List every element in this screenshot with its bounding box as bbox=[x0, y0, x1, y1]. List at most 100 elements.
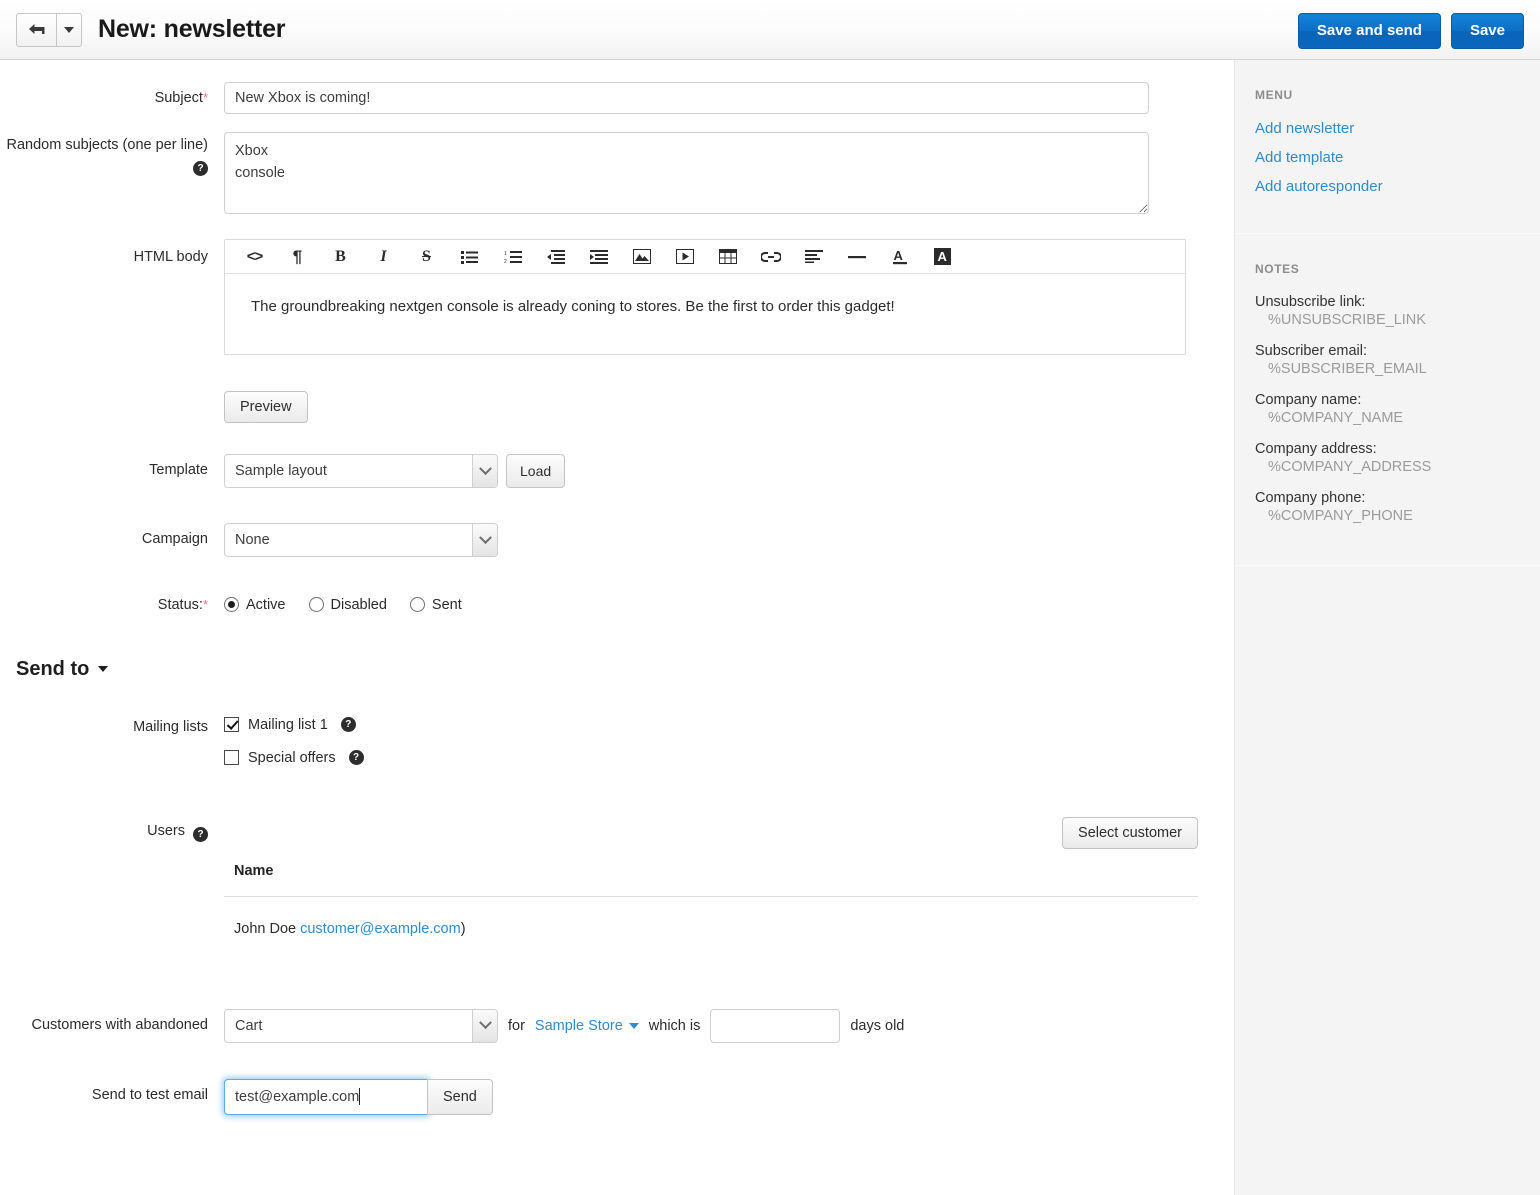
store-link[interactable]: Sample Store bbox=[535, 1018, 623, 1034]
sidebar-item-add-template[interactable]: Add template bbox=[1255, 149, 1540, 166]
help-icon[interactable]: ? bbox=[193, 826, 208, 842]
note-value: %UNSUBSCRIBE_LINK bbox=[1268, 312, 1426, 328]
preview-button[interactable]: Preview bbox=[224, 391, 308, 423]
status-option-label: Sent bbox=[431, 596, 462, 613]
chevron-down-icon bbox=[98, 666, 109, 673]
back-arrow-icon[interactable] bbox=[16, 12, 56, 47]
days-old-input[interactable] bbox=[710, 1008, 841, 1043]
users-label: Users ? bbox=[0, 817, 224, 937]
random-subjects-label-text: Random subjects (one per line) bbox=[6, 137, 209, 153]
campaign-row: Campaign None bbox=[0, 523, 1234, 557]
svg-text:A: A bbox=[893, 248, 903, 263]
load-template-button[interactable]: Load bbox=[506, 454, 566, 488]
ordered-list-icon[interactable]: 1 2 bbox=[491, 242, 534, 272]
user-suffix: ) bbox=[460, 920, 466, 937]
editor-toolbar: <> ¶ B I S 1 2 A A bbox=[225, 240, 1185, 274]
page-title: New: newsletter bbox=[98, 15, 286, 43]
campaign-select[interactable]: None bbox=[224, 523, 498, 557]
preview-spacer bbox=[0, 391, 224, 423]
note-item: Company name: %COMPANY_NAME bbox=[1255, 392, 1540, 426]
help-icon[interactable]: ? bbox=[340, 717, 356, 733]
abandoned-type-select[interactable]: Cart bbox=[224, 1008, 498, 1043]
status-option-active[interactable]: Active bbox=[224, 597, 286, 613]
svg-text:2: 2 bbox=[504, 259, 507, 264]
note-item: Subscriber email: %SUBSCRIBER_EMAIL bbox=[1255, 343, 1540, 377]
horizontal-rule-icon[interactable] bbox=[835, 242, 878, 272]
radio-disabled[interactable] bbox=[308, 597, 324, 613]
subject-input[interactable] bbox=[224, 82, 1149, 114]
campaign-cell: None bbox=[224, 523, 1234, 557]
random-subjects-row: Random subjects (one per line) ? Xbox co… bbox=[0, 132, 1234, 217]
mailing-lists-label: Mailing lists bbox=[133, 718, 208, 735]
table-icon[interactable] bbox=[706, 242, 749, 272]
template-select[interactable]: Sample layout bbox=[224, 454, 498, 488]
italic-icon[interactable]: I bbox=[362, 242, 405, 272]
save-and-send-button[interactable]: Save and send bbox=[1297, 13, 1441, 49]
select-customer-button[interactable]: Select customer bbox=[1062, 816, 1198, 849]
help-icon[interactable]: ? bbox=[193, 160, 208, 176]
background-color-icon[interactable]: A bbox=[921, 242, 964, 272]
sidebar-item-add-autoresponder[interactable]: Add autoresponder bbox=[1255, 178, 1540, 195]
status-option-label: Disabled bbox=[330, 596, 387, 613]
users-table-header-row: Name bbox=[224, 862, 1198, 897]
test-email-input-wrap[interactable]: test@example.com bbox=[224, 1078, 428, 1115]
subject-label-text: Subject bbox=[154, 90, 203, 106]
test-email-input[interactable]: test@example.com bbox=[235, 1089, 359, 1105]
template-label: Template bbox=[149, 462, 208, 478]
right-sidebar: MENU Add newsletter Add template Add aut… bbox=[1234, 60, 1540, 1195]
checkbox-special-offers[interactable] bbox=[224, 750, 239, 766]
mailing-lists-cell: Mailing list 1 ? Special offers ? bbox=[224, 717, 1234, 783]
mailing-list-item[interactable]: Mailing list 1 ? bbox=[224, 717, 1234, 733]
note-label: Unsubscribe link: bbox=[1255, 294, 1366, 310]
paragraph-icon[interactable]: ¶ bbox=[276, 242, 319, 272]
header-actions: Save and send Save bbox=[1297, 13, 1524, 49]
align-left-icon[interactable] bbox=[792, 242, 835, 272]
source-code-icon[interactable]: <> bbox=[233, 242, 276, 272]
link-icon[interactable] bbox=[749, 242, 792, 272]
users-row: Users ? Select customer Name John Doe cu… bbox=[0, 816, 1234, 937]
note-item: Unsubscribe link: %UNSUBSCRIBE_LINK bbox=[1255, 294, 1540, 328]
save-button[interactable]: Save bbox=[1450, 13, 1524, 49]
radio-active[interactable] bbox=[224, 597, 239, 613]
chevron-down-icon bbox=[64, 26, 74, 33]
mailing-list-item[interactable]: Special offers ? bbox=[224, 750, 1234, 766]
video-icon[interactable] bbox=[663, 242, 706, 272]
user-email-link[interactable]: customer@example.com bbox=[300, 921, 461, 937]
chevron-down-icon bbox=[628, 1022, 639, 1029]
send-test-email-button[interactable]: Send bbox=[427, 1078, 493, 1115]
subject-row: Subject* bbox=[0, 82, 1234, 114]
bold-icon[interactable]: B bbox=[319, 242, 362, 272]
unordered-list-icon[interactable] bbox=[448, 242, 491, 272]
help-icon[interactable]: ? bbox=[348, 750, 364, 766]
users-label-text: Users bbox=[147, 822, 185, 839]
random-subjects-field-cell: Xbox console bbox=[224, 132, 1234, 217]
outdent-icon[interactable] bbox=[534, 242, 577, 272]
send-to-heading-text: Send to bbox=[16, 657, 90, 680]
subject-label: Subject* bbox=[0, 82, 224, 114]
note-item: Company address: %COMPANY_ADDRESS bbox=[1255, 441, 1540, 475]
font-color-icon[interactable]: A bbox=[878, 242, 921, 272]
radio-sent[interactable] bbox=[409, 597, 425, 613]
checkbox-mailing-list-1[interactable] bbox=[224, 717, 239, 733]
html-body-label: HTML body bbox=[0, 239, 224, 355]
send-to-heading[interactable]: Send to bbox=[0, 658, 1234, 681]
strikethrough-icon[interactable]: S bbox=[405, 242, 448, 272]
status-option-sent[interactable]: Sent bbox=[409, 596, 462, 613]
test-email-cell: test@example.com Send bbox=[224, 1078, 1234, 1115]
abandoned-which-is-label: which is bbox=[648, 1017, 701, 1034]
random-subjects-label: Random subjects (one per line) ? bbox=[0, 132, 224, 217]
sidebar-notes-section: NOTES Unsubscribe link: %UNSUBSCRIBE_LIN… bbox=[1235, 234, 1540, 565]
indent-icon[interactable] bbox=[577, 242, 620, 272]
store-selector[interactable]: Sample Store bbox=[535, 1018, 639, 1034]
back-button-group[interactable] bbox=[16, 12, 82, 47]
image-icon[interactable] bbox=[620, 242, 663, 272]
status-label-text: Status: bbox=[157, 597, 203, 613]
status-option-disabled[interactable]: Disabled bbox=[308, 596, 387, 613]
sidebar-notes-heading: NOTES bbox=[1255, 262, 1300, 276]
sidebar-item-add-newsletter[interactable]: Add newsletter bbox=[1255, 120, 1540, 137]
editor-content[interactable]: The groundbreaking nextgen console is al… bbox=[225, 274, 1185, 354]
abandoned-cell: Cart for Sample Store which is days old bbox=[224, 1008, 1234, 1043]
preview-cell: Preview bbox=[224, 391, 1234, 423]
random-subjects-textarea[interactable]: Xbox console bbox=[224, 132, 1149, 214]
back-dropdown-button[interactable] bbox=[56, 12, 82, 47]
